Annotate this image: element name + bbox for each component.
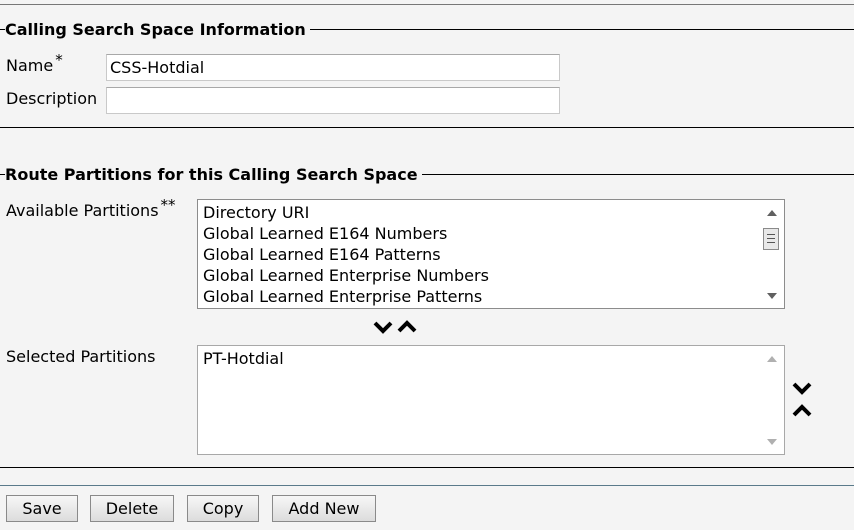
available-scrollbar[interactable]	[760, 200, 784, 308]
chevron-up-icon[interactable]	[792, 404, 812, 418]
required-marker-double: **	[160, 195, 176, 214]
available-partitions-label: Available Partitions **	[6, 197, 176, 220]
copy-button[interactable]: Copy	[187, 495, 259, 522]
selected-partitions-items: PT-Hotdial	[203, 348, 284, 369]
button-bar-divider	[0, 485, 854, 486]
list-item[interactable]: Directory URI	[203, 202, 489, 223]
scroll-down-arrow-icon[interactable]	[767, 293, 777, 299]
section-title-route-partitions: Route Partitions for this Calling Search…	[5, 166, 422, 184]
save-button[interactable]: Save	[6, 495, 78, 522]
list-item[interactable]: Global Learned E164 Patterns	[203, 244, 489, 265]
chevron-up-icon[interactable]	[397, 320, 417, 334]
description-input[interactable]	[106, 87, 560, 114]
chevron-down-icon[interactable]	[373, 320, 393, 334]
list-item[interactable]: Global Learned E164 Numbers	[203, 223, 489, 244]
section-title-css-info: Calling Search Space Information	[5, 21, 310, 39]
selected-partitions-list[interactable]: PT-Hotdial	[197, 345, 785, 455]
section-divider-2	[0, 467, 854, 468]
description-label: Description	[6, 89, 98, 108]
scroll-up-arrow-icon[interactable]	[767, 356, 777, 362]
top-divider	[0, 4, 854, 5]
available-partitions-label-text: Available Partitions	[6, 201, 159, 220]
available-partitions-list[interactable]: Directory URI Global Learned E164 Number…	[197, 199, 785, 309]
selected-partitions-label: Selected Partitions	[6, 347, 156, 366]
name-input[interactable]	[106, 54, 560, 81]
list-item[interactable]: PT-Hotdial	[203, 348, 284, 369]
name-label: Name *	[6, 52, 63, 75]
chevron-down-icon[interactable]	[792, 381, 812, 395]
delete-button[interactable]: Delete	[90, 495, 174, 522]
add-new-button[interactable]: Add New	[272, 495, 376, 522]
scroll-down-arrow-icon[interactable]	[767, 439, 777, 445]
required-marker: *	[55, 50, 63, 69]
section-divider-1	[0, 127, 854, 128]
list-item[interactable]: Global Learned Enterprise Patterns	[203, 286, 489, 307]
scroll-thumb[interactable]	[763, 228, 779, 250]
list-item[interactable]: Global Learned Enterprise Numbers	[203, 265, 489, 286]
available-partitions-items: Directory URI Global Learned E164 Number…	[203, 202, 489, 307]
scroll-up-arrow-icon[interactable]	[767, 210, 777, 216]
selected-scrollbar[interactable]	[760, 346, 784, 454]
name-label-text: Name	[6, 56, 54, 75]
